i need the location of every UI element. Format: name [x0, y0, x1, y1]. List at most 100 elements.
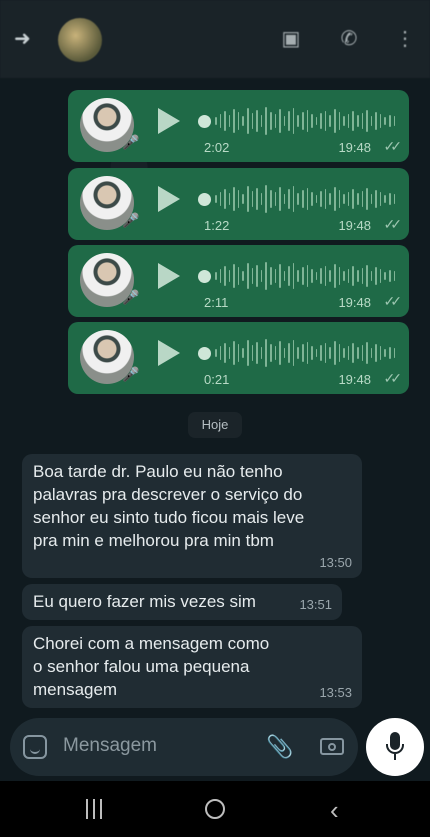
- chat-header: ➜ ▣ ✆ ⋮: [0, 0, 430, 78]
- voice-duration: 2:02: [204, 140, 230, 155]
- waveform-bar: [320, 113, 322, 129]
- waveform[interactable]: [215, 261, 396, 291]
- waveform-bar: [388, 347, 391, 359]
- waveform-bar: [274, 114, 277, 128]
- camera-icon[interactable]: [320, 738, 344, 755]
- waveform-bar: [356, 347, 359, 359]
- waveform-bar: [334, 264, 336, 288]
- waveform-bar: [384, 195, 386, 203]
- message-line: Chorei com a mensagem como: [33, 634, 270, 653]
- waveform-bar: [366, 265, 368, 287]
- phone-icon[interactable]: ✆: [336, 26, 362, 50]
- nav-back-icon[interactable]: ‹: [330, 795, 339, 826]
- waveform-bar: [324, 266, 327, 286]
- waveform[interactable]: [215, 184, 396, 214]
- waveform-bar: [311, 192, 313, 206]
- mic-button[interactable]: [366, 718, 424, 776]
- waveform-bar: [334, 109, 336, 133]
- waveform-bar: [366, 110, 368, 132]
- waveform-bar: [366, 188, 368, 210]
- play-icon[interactable]: [158, 186, 180, 212]
- waveform-bar: [370, 194, 373, 204]
- waveform-bar: [311, 346, 313, 360]
- contact-avatar[interactable]: [58, 18, 102, 62]
- message-input-bar: Mensagem 📎: [10, 718, 358, 776]
- mic-icon: 🎤: [122, 366, 140, 382]
- seek-handle[interactable]: [198, 115, 211, 128]
- waveform-bar: [347, 346, 350, 360]
- message-text: Chorei com a mensagem como o senhor falo…: [33, 632, 269, 701]
- waveform-bar: [247, 263, 249, 289]
- double-check-icon: ✓✓: [383, 138, 403, 154]
- seek-handle[interactable]: [198, 347, 211, 360]
- waveform-bar: [274, 192, 277, 206]
- waveform-bar: [292, 263, 295, 289]
- waveform-bar: [260, 347, 263, 359]
- play-icon[interactable]: [158, 263, 180, 289]
- waveform-bar: [338, 267, 341, 285]
- waveform-bar: [334, 341, 336, 365]
- waveform-bar: [301, 267, 304, 285]
- waveform-bar: [375, 112, 377, 130]
- waveform-bar: [352, 343, 354, 363]
- waveform[interactable]: [215, 106, 396, 136]
- seek-handle[interactable]: [198, 193, 211, 206]
- incoming-message[interactable]: Chorei com a mensagem como o senhor falo…: [22, 626, 362, 708]
- incoming-message[interactable]: Eu quero fazer mis vezes sim 13:51: [22, 584, 342, 620]
- video-call-icon[interactable]: ▣: [278, 26, 304, 50]
- voice-duration: 2:11: [204, 295, 229, 310]
- seek-handle[interactable]: [198, 270, 211, 283]
- waveform-bar: [279, 109, 281, 133]
- message-line: o senhor falou uma pequena: [33, 657, 250, 676]
- waveform-bar: [384, 272, 386, 280]
- waveform[interactable]: [215, 338, 396, 368]
- waveform-bar: [388, 193, 391, 205]
- waveform-bar: [247, 108, 249, 134]
- play-icon[interactable]: [158, 108, 180, 134]
- voice-duration: 1:22: [204, 218, 230, 233]
- message-time: 19:48: [338, 372, 371, 387]
- waveform-bar: [375, 344, 377, 362]
- voice-duration: 0:21: [204, 372, 230, 387]
- waveform-bar: [379, 114, 382, 128]
- mic-icon: 🎤: [122, 289, 140, 305]
- sticker-icon[interactable]: [23, 735, 47, 759]
- waveform-bar: [256, 188, 258, 210]
- waveform-bar: [219, 269, 222, 283]
- message-time: 19:48: [338, 295, 371, 310]
- waveform-bar: [329, 115, 332, 127]
- waveform-bar: [361, 268, 364, 284]
- waveform-bar: [251, 268, 254, 284]
- waveform-bar: [356, 115, 359, 127]
- play-icon[interactable]: [158, 340, 180, 366]
- waveform-bar: [292, 340, 295, 366]
- attach-icon[interactable]: 📎: [266, 734, 293, 760]
- waveform-bar: [247, 340, 249, 366]
- voice-message: 🎤 2:02 19:48 ✓✓: [68, 90, 409, 162]
- waveform-bar: [292, 108, 295, 134]
- message-input[interactable]: Mensagem: [63, 735, 157, 757]
- more-vertical-icon[interactable]: ⋮: [392, 26, 418, 50]
- voice-message: 🎤 2:11 19:48 ✓✓: [68, 245, 409, 317]
- waveform-bar: [233, 187, 235, 211]
- waveform-bar: [260, 193, 263, 205]
- recent-apps-icon[interactable]: [86, 799, 108, 819]
- waveform-bar: [343, 116, 345, 126]
- back-arrow-icon[interactable]: ➜: [14, 29, 36, 49]
- waveform-bar: [219, 192, 222, 206]
- voice-message: 🎤 0:21 19:48 ✓✓: [68, 322, 409, 394]
- home-icon[interactable]: [205, 799, 225, 819]
- waveform-bar: [265, 339, 267, 367]
- waveform-bar: [237, 344, 240, 362]
- incoming-message[interactable]: Boa tarde dr. Paulo eu não tenho palavra…: [22, 454, 362, 578]
- waveform-bar: [283, 116, 286, 126]
- waveform-bar: [283, 271, 286, 281]
- waveform-bar: [279, 187, 281, 211]
- system-nav-bar: ‹: [0, 781, 430, 837]
- message-time: 13:50: [319, 555, 352, 570]
- waveform-bar: [306, 265, 309, 287]
- waveform-bar: [251, 113, 254, 129]
- contact-name[interactable]: [116, 30, 256, 48]
- message-time: 13:51: [299, 597, 332, 612]
- waveform-bar: [315, 349, 318, 357]
